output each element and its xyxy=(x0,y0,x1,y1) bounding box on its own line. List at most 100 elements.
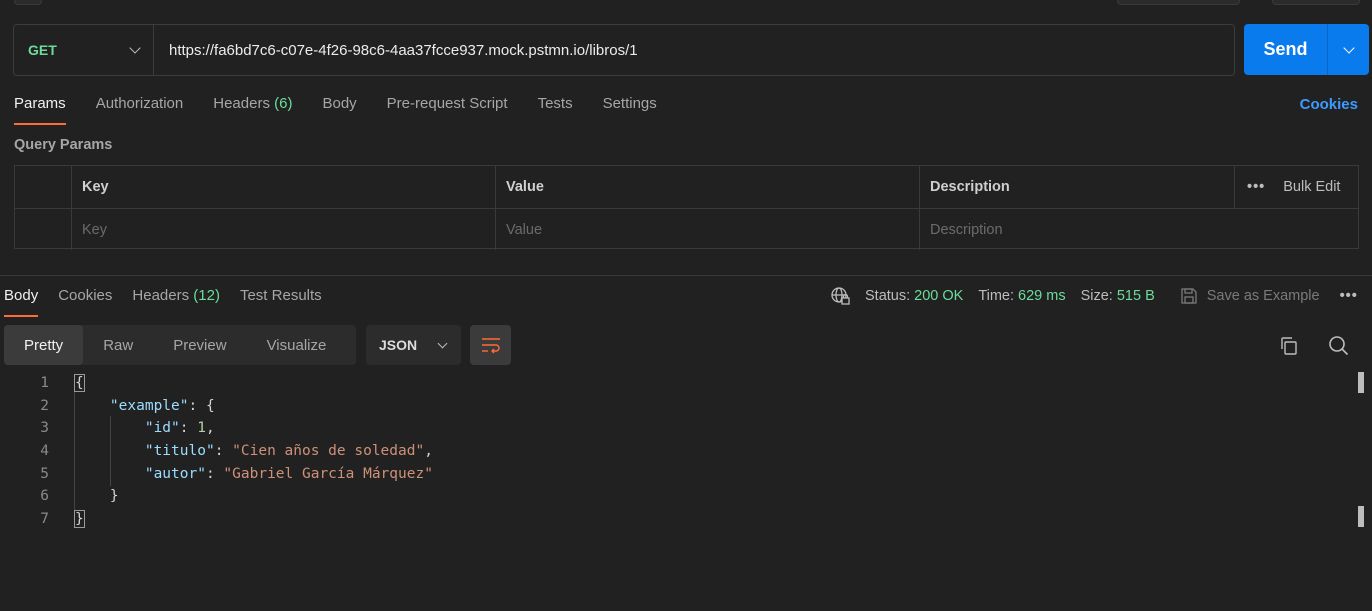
tab-response-headers[interactable]: Headers (12) xyxy=(132,287,220,317)
comma: , xyxy=(424,443,433,460)
request-tabs: Params Authorization Headers (6) Body Pr… xyxy=(14,95,687,125)
format-label: JSON xyxy=(379,337,418,353)
view-preview-button[interactable]: Preview xyxy=(153,325,246,365)
tab-prerequest-script[interactable]: Pre-request Script xyxy=(387,95,508,125)
response-status-bar: Status: 200 OK Time: 629 ms Size: 515 B … xyxy=(830,286,1358,306)
top-toolbar-fragment xyxy=(14,0,42,5)
status-value[interactable]: 200 OK xyxy=(914,288,963,304)
top-toolbar-fragment xyxy=(1117,0,1240,5)
json-string: "Cien años de soledad" xyxy=(232,443,425,460)
bulk-edit-button[interactable]: Bulk Edit xyxy=(1283,179,1340,195)
json-string: "Gabriel García Márquez" xyxy=(223,465,433,482)
code-text: } xyxy=(74,509,85,528)
top-toolbar-fragment xyxy=(1272,0,1360,5)
tab-body[interactable]: Body xyxy=(322,95,356,125)
query-params-title: Query Params xyxy=(14,137,113,153)
line-number: 4 xyxy=(40,443,49,460)
checkbox-column-header xyxy=(15,166,72,208)
value-input[interactable]: Value xyxy=(496,209,920,250)
tab-test-results[interactable]: Test Results xyxy=(240,287,322,317)
network-globe-icon[interactable] xyxy=(830,286,850,306)
json-key: "titulo" xyxy=(144,443,215,460)
brace: { xyxy=(74,374,85,393)
status-label: Status: xyxy=(865,288,911,304)
line-number: 2 xyxy=(40,397,49,414)
code-line: 7 } xyxy=(0,508,1350,531)
search-icon[interactable] xyxy=(1328,335,1349,356)
code-text: "id": 1, xyxy=(75,420,215,436)
copy-icon[interactable] xyxy=(1279,336,1299,356)
tab-tests[interactable]: Tests xyxy=(538,95,573,125)
view-pretty-button[interactable]: Pretty xyxy=(4,325,84,365)
size-value[interactable]: 515 B xyxy=(1117,288,1155,304)
key-column-header: Key xyxy=(72,166,496,208)
view-raw-button[interactable]: Raw xyxy=(83,325,153,365)
tab-authorization[interactable]: Authorization xyxy=(96,95,184,125)
json-key: "autor" xyxy=(144,465,206,482)
code-line: 5 "autor": "Gabriel García Márquez" xyxy=(0,462,1350,485)
method-select[interactable]: GET xyxy=(14,25,154,75)
bulk-edit-area: ••• Bulk Edit xyxy=(1235,166,1358,208)
wrap-lines-icon xyxy=(481,338,500,354)
brace: } xyxy=(109,488,119,505)
line-number: 6 xyxy=(40,488,49,505)
url-input[interactable]: https://fa6bd7c6-c07e-4f26-98c6-4aa37fcc… xyxy=(154,42,638,59)
request-url-bar: GET https://fa6bd7c6-c07e-4f26-98c6-4aa3… xyxy=(13,24,1235,76)
code-text: "autor": "Gabriel García Márquez" xyxy=(75,466,433,482)
key-input[interactable]: Key xyxy=(72,209,496,250)
method-label: GET xyxy=(28,42,57,58)
code-line: 2 "example": { xyxy=(0,395,1350,418)
table-row: Key Value Description xyxy=(15,208,1358,250)
brace: { xyxy=(205,397,215,414)
colon: : xyxy=(205,465,224,482)
save-as-example-label: Save as Example xyxy=(1206,288,1320,304)
chevron-down-icon xyxy=(1342,41,1355,54)
table-header-row: Key Value Description ••• Bulk Edit xyxy=(15,166,1358,208)
tab-headers-label: Headers xyxy=(213,95,270,112)
response-headers-count: (12) xyxy=(193,287,220,304)
response-code-viewer[interactable]: 1 { 2 "example": { 3 "id": 1, 4 "titulo"… xyxy=(0,372,1350,530)
query-params-table: Key Value Description ••• Bulk Edit Key … xyxy=(14,165,1359,250)
pane-divider[interactable] xyxy=(0,275,1372,276)
line-number: 7 xyxy=(40,510,49,527)
line-number: 1 xyxy=(40,375,49,392)
time-label: Time: xyxy=(978,288,1015,304)
value-column-header: Value xyxy=(496,166,920,208)
tab-response-body[interactable]: Body xyxy=(4,287,39,317)
description-input[interactable]: Description xyxy=(920,209,1358,250)
cookies-link[interactable]: Cookies xyxy=(1300,96,1358,113)
tab-settings[interactable]: Settings xyxy=(603,95,657,125)
code-line: 6 } xyxy=(0,485,1350,508)
size-label: Size: xyxy=(1080,288,1113,304)
colon: : xyxy=(188,397,206,414)
send-button-group: Send xyxy=(1244,24,1369,75)
time-value[interactable]: 629 ms xyxy=(1018,288,1066,304)
send-options-button[interactable] xyxy=(1328,24,1369,75)
code-line: 1 { xyxy=(0,372,1350,395)
tab-params[interactable]: Params xyxy=(14,95,66,125)
send-button[interactable]: Send xyxy=(1244,24,1328,75)
scrollbar-marker[interactable] xyxy=(1358,372,1364,393)
view-visualize-button[interactable]: Visualize xyxy=(247,325,347,365)
code-text: } xyxy=(75,488,119,504)
format-select[interactable]: JSON xyxy=(366,325,461,365)
headers-count: (6) xyxy=(274,95,293,112)
response-tabs: Body Cookies Headers (12) Test Results xyxy=(4,287,342,317)
description-column-header: Description xyxy=(920,166,1235,208)
response-more-icon[interactable]: ••• xyxy=(1340,288,1358,304)
json-key: "id" xyxy=(144,420,180,437)
scrollbar-marker[interactable] xyxy=(1358,506,1364,527)
tab-headers[interactable]: Headers (6) xyxy=(213,95,292,125)
save-as-example-button[interactable]: Save as Example xyxy=(1180,287,1320,305)
wrap-lines-button[interactable] xyxy=(470,325,511,365)
brace: } xyxy=(74,509,85,528)
tab-response-cookies[interactable]: Cookies xyxy=(58,287,112,317)
line-number: 5 xyxy=(40,465,49,482)
line-number: 3 xyxy=(40,420,49,437)
code-text: "example": { xyxy=(75,398,215,414)
chevron-down-icon xyxy=(437,338,448,348)
tab-response-headers-label: Headers xyxy=(132,287,190,304)
json-number: 1 xyxy=(197,420,206,437)
code-text: "titulo": "Cien años de soledad", xyxy=(75,443,433,459)
more-options-icon[interactable]: ••• xyxy=(1247,179,1265,195)
